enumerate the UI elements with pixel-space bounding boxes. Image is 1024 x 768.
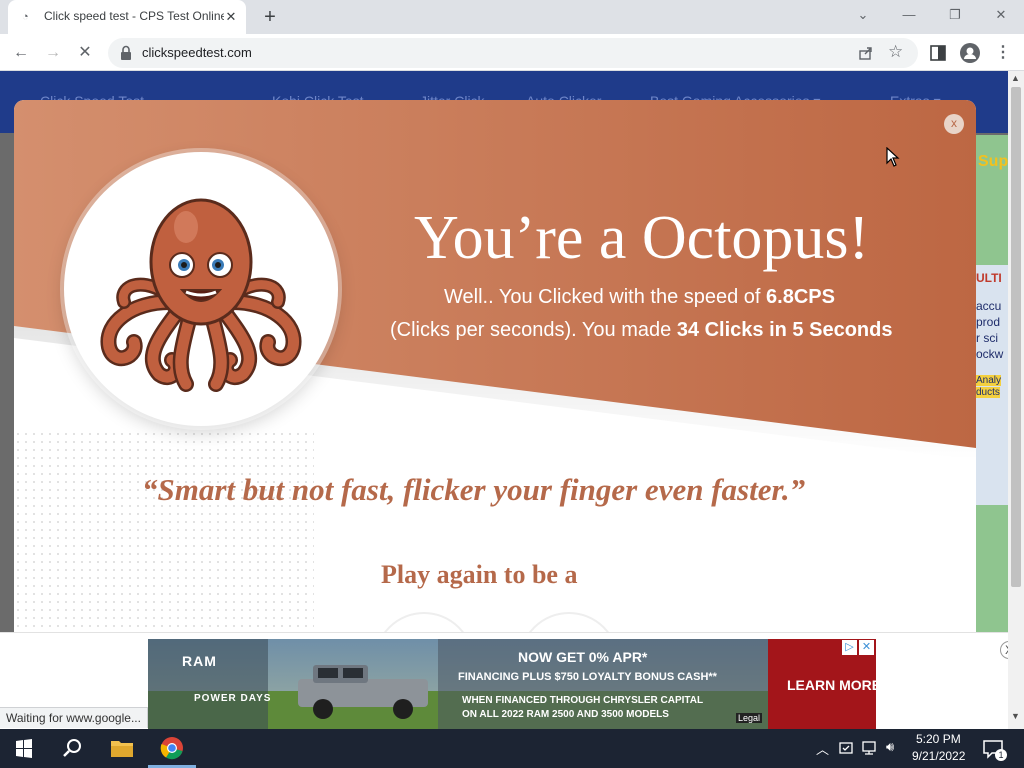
ad-offer-line: ON ALL 2022 RAM 2500 AND 3500 MODELS: [462, 709, 669, 720]
browser-tab-strip: ◔ Click speed test - CPS Test Online ✕ +…: [0, 0, 1024, 34]
chrome-icon[interactable]: [148, 729, 196, 768]
speed-line: Well.. You Clicked with the speed of 6.8…: [444, 286, 835, 309]
mouse-cursor-icon: [886, 147, 900, 167]
side-ad-line: ducts: [976, 387, 1000, 398]
clicks-line: (Clicks per seconds). You made 34 Clicks…: [390, 319, 892, 342]
side-ad-line: ULTI: [976, 271, 1002, 285]
side-ad-line: accu: [976, 299, 1002, 313]
restore-button[interactable]: ❐: [932, 0, 978, 30]
speed-prefix: Well.. You Clicked with the speed of: [444, 286, 767, 308]
side-ad-line: Analy: [976, 375, 1002, 386]
modal-close-button[interactable]: x: [944, 114, 964, 134]
ad-choices-icon[interactable]: ▷: [842, 640, 857, 655]
minimize-button[interactable]: —: [886, 0, 932, 30]
windows-start-icon[interactable]: [0, 729, 48, 768]
tab-title: Click speed test - CPS Test Online: [44, 9, 224, 23]
side-ad-text-block[interactable]: ULTI accu prod r sci ockw Analy ducts: [976, 265, 1008, 505]
octopus-avatar: [64, 152, 338, 426]
profile-avatar-icon[interactable]: [960, 43, 980, 63]
ad-offer-line: WHEN FINANCED THROUGH CHRYSLER CAPITAL: [462, 695, 704, 706]
notification-count-badge: 1: [995, 749, 1007, 761]
result-modal: x You’re a Octopus! Well.. You Clicked w…: [14, 100, 976, 640]
tray-chevron-icon[interactable]: ︿: [816, 739, 829, 758]
network-icon[interactable]: [862, 740, 880, 756]
ad-offer-line: FINANCING PLUS $750 LOYALTY BONUS CASH**: [458, 671, 717, 683]
clicks-value: 34 Clicks in 5 Seconds: [676, 319, 893, 341]
volume-icon[interactable]: 🔊︎: [886, 739, 894, 755]
side-ad-badge: Sup: [978, 153, 1008, 170]
scroll-up-arrow-icon[interactable]: ▲: [1011, 73, 1020, 83]
taskbar-time[interactable]: 5:20 PM: [916, 732, 961, 746]
ad-close-icon[interactable]: ✕: [859, 640, 874, 655]
browser-status-bubble: Waiting for www.google...: [0, 707, 148, 728]
cps-value: 6.8CPS: [766, 286, 835, 308]
side-panel-icon[interactable]: [930, 45, 946, 61]
ad-learn-more-button[interactable]: LEARN MORE: [787, 677, 876, 693]
loading-spinner-icon: ◔: [22, 11, 29, 23]
browser-toolbar: ← → ✕ clickspeedtest.com ☆ ⋮: [0, 34, 1024, 71]
ram-advertisement[interactable]: RAM POWER DAYS NOW GET 0% APR* FINANCING…: [148, 639, 876, 729]
search-icon[interactable]: [48, 729, 96, 768]
back-arrow-icon[interactable]: ←: [8, 40, 34, 66]
scrollbar-thumb[interactable]: [1011, 87, 1021, 587]
page-scrollbar[interactable]: ▲ ▼: [1008, 71, 1024, 729]
result-headline: You’re a Octopus!: [414, 204, 870, 272]
play-again-text: Play again to be a: [381, 560, 578, 589]
side-ad-line: r sci: [976, 331, 998, 345]
tab-search-icon[interactable]: ⌄: [840, 0, 886, 30]
stop-loading-icon[interactable]: ✕: [72, 40, 98, 66]
side-ad-line: prod: [976, 315, 1001, 329]
browser-tab-active[interactable]: ◔ Click speed test - CPS Test Online ✕: [8, 0, 246, 34]
share-icon[interactable]: [858, 45, 874, 61]
scroll-down-arrow-icon[interactable]: ▼: [1011, 711, 1020, 721]
side-ad-line: ockw: [976, 347, 1004, 361]
dotted-pattern: [14, 430, 314, 640]
close-window-button[interactable]: ✕: [978, 0, 1024, 30]
taskbar-date[interactable]: 9/21/2022: [912, 749, 965, 763]
url-text: clickspeedtest.com: [142, 45, 252, 60]
bottom-ad-bar: RAM POWER DAYS NOW GET 0% APR* FINANCING…: [0, 632, 1018, 729]
lock-icon: [121, 45, 131, 60]
forward-arrow-icon[interactable]: →: [40, 40, 66, 66]
ad-legal-link[interactable]: Legal: [736, 713, 763, 723]
tray-security-icon[interactable]: [838, 740, 854, 756]
ad-offer-title: NOW GET 0% APR*: [518, 649, 648, 665]
ad-brand: RAM: [182, 653, 217, 669]
file-explorer-icon[interactable]: [98, 729, 146, 768]
browser-menu-icon[interactable]: ⋮: [990, 40, 1016, 66]
address-bar[interactable]: clickspeedtest.com ☆: [108, 38, 918, 68]
bookmark-star-icon[interactable]: ☆: [888, 42, 903, 62]
windows-taskbar: ︿ 🔊︎ 5:20 PM 9/21/2022 1: [0, 729, 1024, 768]
new-tab-button[interactable]: +: [258, 5, 282, 29]
ad-event: POWER DAYS: [194, 693, 272, 704]
clicks-prefix: (Clicks per seconds). You made: [390, 319, 677, 341]
tab-close-icon[interactable]: ✕: [222, 8, 240, 26]
octopus-icon: [100, 198, 302, 392]
result-quote: “Smart but not fast, flicker your finger…: [142, 472, 806, 507]
